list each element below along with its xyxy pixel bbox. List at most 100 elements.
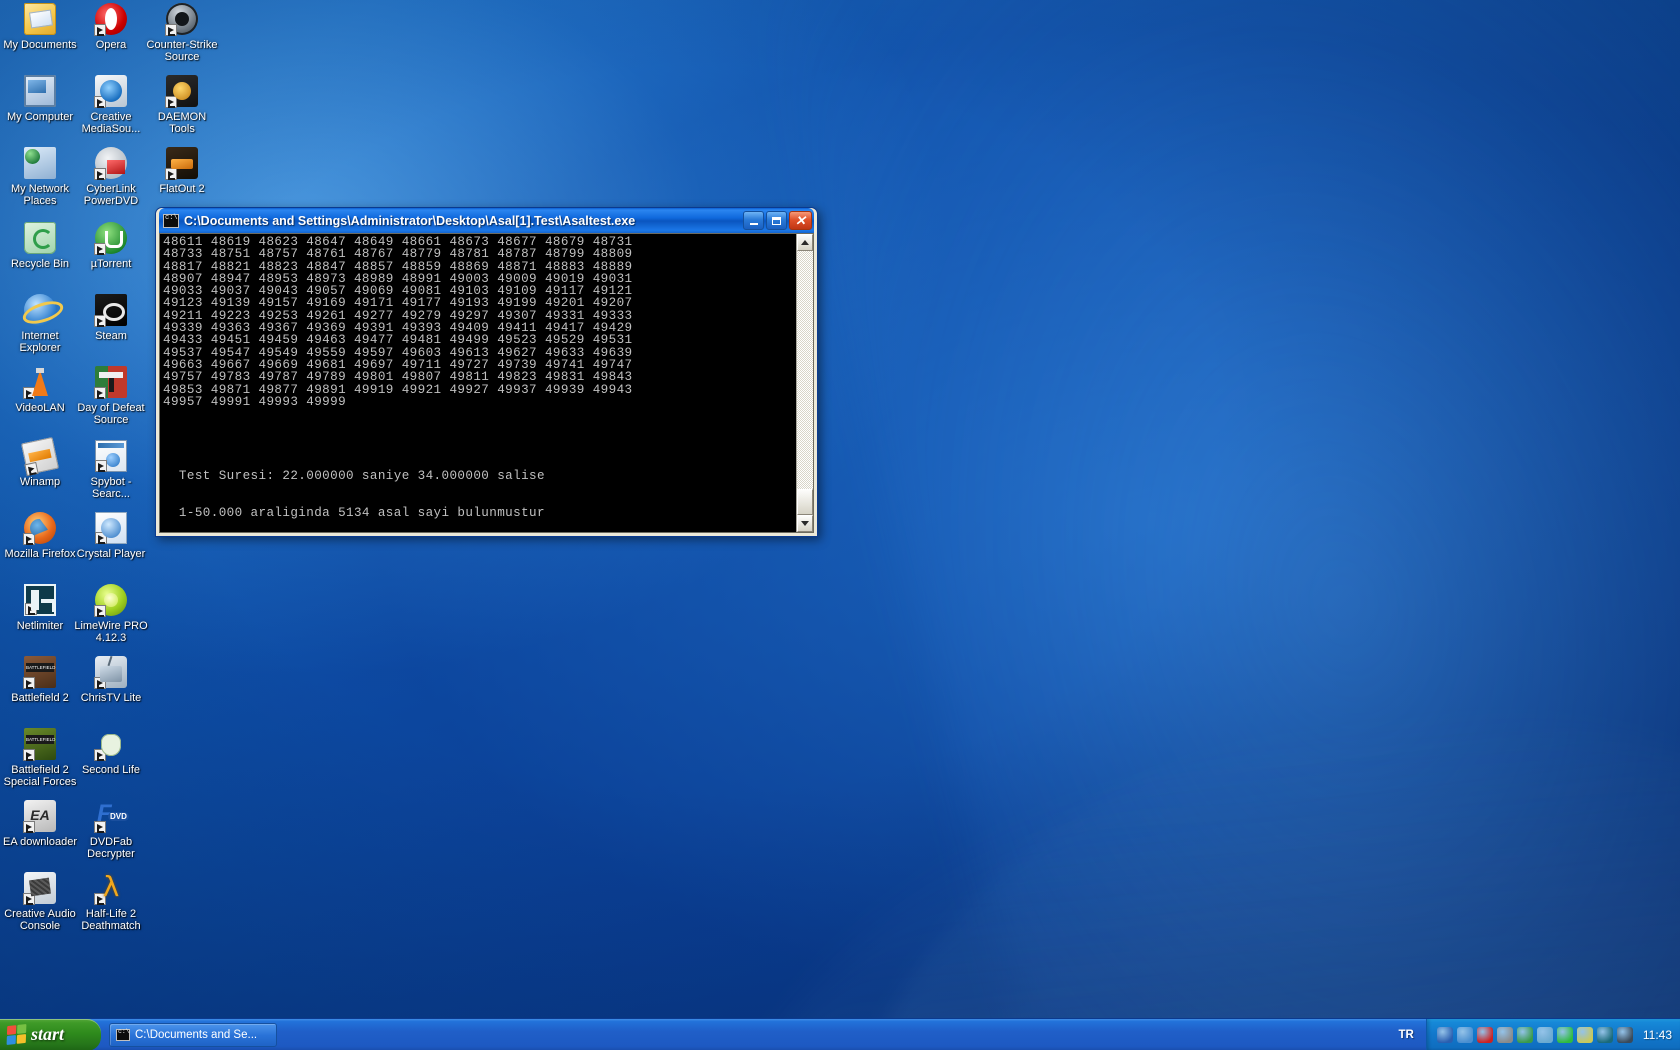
desktop-icon-label: Half-Life 2 Deathmatch: [81, 908, 141, 932]
desktop-icon-counter-strike-source[interactable]: Counter-Strike Source: [145, 3, 219, 63]
desktop-icon-winamp[interactable]: Winamp: [3, 437, 77, 488]
desktop-icon-label: Day of Defeat Source: [77, 402, 145, 426]
window-controls: ✕: [743, 211, 812, 230]
desktop-icon-my-documents[interactable]: My Documents: [3, 3, 77, 51]
spybot-icon[interactable]: [1516, 1026, 1533, 1043]
shortcut-overlay-icon: [165, 96, 177, 108]
desktop-icon-label: Counter-Strike Source: [146, 39, 218, 63]
close-button[interactable]: ✕: [789, 211, 812, 230]
creative-icon: [94, 75, 127, 108]
system-tray: 11:43: [1425, 1018, 1680, 1050]
bf2sf-icon: [23, 728, 56, 761]
desktop-icon-label: VideoLAN: [15, 402, 65, 414]
desktop-icon-label: Battlefield 2: [11, 692, 69, 704]
desktop-icon-mozilla-firefox[interactable]: Mozilla Firefox: [3, 512, 77, 560]
desktop-icon-label: Internet Explorer: [19, 330, 61, 354]
minimize-button[interactable]: [743, 211, 764, 230]
scrollbar-thumb[interactable]: [797, 489, 813, 515]
flatout-icon: [165, 147, 198, 180]
start-button-label: start: [31, 1024, 65, 1044]
desktop-icon-internet-explorer[interactable]: Internet Explorer: [3, 294, 77, 354]
network-activity-icon[interactable]: [1456, 1026, 1473, 1043]
desktop-icon-christv-lite[interactable]: ChrisTV Lite: [74, 656, 148, 704]
maximize-button[interactable]: [766, 211, 787, 230]
desktop-icon-battlefield-2[interactable]: Battlefield 2: [3, 656, 77, 704]
netlimiter-icon: [24, 584, 56, 616]
desktop-icon-recycle-bin[interactable]: Recycle Bin: [3, 222, 77, 270]
desktop-icon-spybot-searc[interactable]: Spybot - Searc...: [74, 440, 148, 500]
display-icon[interactable]: [1576, 1026, 1593, 1043]
console-window[interactable]: C:\Documents and Settings\Administrator\…: [155, 207, 818, 537]
folder-icon: [24, 3, 56, 35]
shortcut-overlay-icon: [165, 168, 177, 180]
audioconsole-icon: [23, 872, 56, 905]
recycle-icon: [24, 222, 56, 254]
desktop-icon-label: DAEMON Tools: [157, 111, 207, 135]
desktop-icon-crystal-player[interactable]: Crystal Player: [74, 512, 148, 560]
cmd-icon: [163, 213, 179, 228]
power-bolt-icon[interactable]: [1556, 1026, 1573, 1043]
scrollbar-track[interactable]: [797, 251, 813, 515]
desktop-icon-half-life-2-deathmatch[interactable]: Half-Life 2 Deathmatch: [74, 870, 148, 932]
desktop-icon-label: Winamp: [19, 476, 61, 488]
computer-icon: [24, 75, 56, 107]
desktop-icon-cyberlink-powerdvd[interactable]: CyberLink PowerDVD: [74, 147, 148, 207]
shortcut-overlay-icon: [24, 461, 39, 477]
desktop-icon-dvdfab-decrypter[interactable]: DVDFab Decrypter: [74, 800, 148, 860]
desktop-icon-second-life[interactable]: Second Life: [74, 728, 148, 776]
desktop-icon-daemon-tools[interactable]: DAEMON Tools: [145, 75, 219, 135]
desktop-icon-label: Spybot - Searc...: [90, 476, 132, 500]
desktop-icon-creative-mediasou[interactable]: Creative MediaSou...: [74, 75, 148, 135]
desktop-icon-label: Creative Audio Console: [4, 908, 76, 932]
antivirus-shield-icon[interactable]: [1476, 1026, 1493, 1043]
desktop-icon-day-of-defeat-source[interactable]: Day of Defeat Source: [74, 366, 148, 426]
scroll-up-icon[interactable]: [797, 234, 813, 251]
audio-device-icon[interactable]: [1616, 1026, 1633, 1043]
shortcut-overlay-icon: [23, 749, 35, 761]
shortcut-overlay-icon: [25, 603, 37, 615]
netlimiter-icon[interactable]: [1596, 1026, 1613, 1043]
disc-icon[interactable]: [1496, 1026, 1513, 1043]
console-output-area[interactable]: 48611 48619 48623 48647 48649 48661 4867…: [159, 233, 814, 533]
desktop-icon-label: Opera: [95, 39, 127, 51]
desktop-icon-battlefield-2-special-forces[interactable]: Battlefield 2 Special Forces: [3, 728, 77, 788]
desktop-icon-label: EA downloader: [3, 836, 77, 848]
desktop-icon-ea-downloader[interactable]: EA downloader: [3, 800, 77, 848]
clock[interactable]: 11:43: [1643, 1028, 1672, 1042]
start-button[interactable]: start: [0, 1018, 101, 1050]
desktop-icon-label: DVDFab Decrypter: [87, 836, 135, 860]
desktop-icon-my-network-places[interactable]: My Network Places: [3, 147, 77, 207]
console-vertical-scrollbar[interactable]: [796, 234, 813, 532]
desktop-icon-creative-audio-console[interactable]: Creative Audio Console: [3, 872, 77, 932]
desktop-icon-label: ChrisTV Lite: [80, 692, 142, 704]
globe-icon[interactable]: [1536, 1026, 1553, 1043]
taskbar-task-button[interactable]: C:\Documents and Se...: [109, 1022, 277, 1047]
shortcut-overlay-icon: [95, 532, 107, 544]
desktop-icon-netlimiter[interactable]: Netlimiter: [3, 584, 77, 632]
cmd-icon: [116, 1028, 130, 1041]
firefox-icon: [23, 512, 56, 545]
desktop-icon-flatout-2[interactable]: FlatOut 2: [145, 147, 219, 195]
language-indicator[interactable]: TR: [1387, 1029, 1426, 1041]
desktop-icon-videolan[interactable]: VideoLAN: [3, 366, 77, 414]
scroll-down-icon[interactable]: [797, 515, 813, 532]
desktop-icon-my-computer[interactable]: My Computer: [3, 75, 77, 123]
desktop-icon-label: My Computer: [6, 111, 74, 123]
shortcut-overlay-icon: [94, 315, 106, 327]
shortcut-overlay-icon: [23, 677, 35, 689]
desktop-icon-label: Battlefield 2 Special Forces: [3, 764, 77, 788]
desktop-icon-label: Netlimiter: [16, 620, 64, 632]
shortcut-overlay-icon: [95, 460, 107, 472]
desktop-icon-steam[interactable]: Steam: [74, 294, 148, 342]
desktop-icon-torrent[interactable]: µTorrent: [74, 222, 148, 270]
window-titlebar[interactable]: C:\Documents and Settings\Administrator\…: [159, 208, 814, 233]
shortcut-overlay-icon: [23, 533, 35, 545]
desktop-icon-label: Second Life: [81, 764, 141, 776]
desktop-icon-label: Creative MediaSou...: [81, 111, 141, 135]
network-icon[interactable]: [1436, 1026, 1453, 1043]
shortcut-overlay-icon: [94, 821, 106, 833]
shortcut-overlay-icon: [94, 96, 106, 108]
desktop-icon-limewire-pro-4-12-3[interactable]: LimeWire PRO 4.12.3: [74, 584, 148, 644]
desktop-icon-opera[interactable]: Opera: [74, 3, 148, 51]
taskbar-task-label: C:\Documents and Se...: [135, 1028, 258, 1041]
